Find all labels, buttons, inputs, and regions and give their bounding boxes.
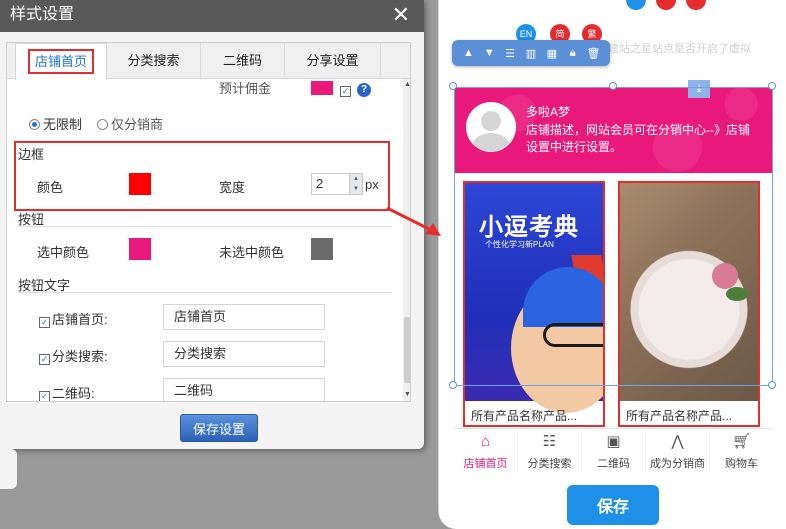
chart-icon[interactable]: ▦ <box>545 47 559 60</box>
lang-extra-icon <box>626 0 646 10</box>
module-toolbar: ▲ ▼ ☰ ▥ ▦ 🔒︎ 🗑︎ <box>452 40 610 66</box>
lang-extra-icon <box>686 0 706 10</box>
product-card[interactable]: 小逗考典 个性化学习新PLAN 所有产品名称产品... <box>463 181 605 427</box>
move-down-icon[interactable]: ▼ <box>482 47 496 59</box>
close-icon[interactable]: ✕ <box>392 2 410 28</box>
settings-tabs: 店铺首页 分类搜索 二维码 分享设置 <box>7 43 410 80</box>
lang-extra-icon <box>656 0 676 10</box>
product-caption: 所有产品名称产品... <box>471 409 578 423</box>
help-icon[interactable]: ? <box>357 80 371 97</box>
radio-icon <box>29 119 40 130</box>
unselected-color-swatch[interactable] <box>311 238 333 260</box>
selected-color-swatch[interactable] <box>129 238 151 260</box>
tab-qrcode[interactable]: 二维码 <box>201 43 285 79</box>
columns-icon[interactable]: ▥ <box>524 47 538 60</box>
button-text-label: 分类搜索: <box>52 349 108 364</box>
border-width-label: 宽度 <box>219 180 246 195</box>
border-section-title: 边框 <box>18 147 45 162</box>
bottom-tabbar: ⌂ 店铺首页 ☷ 分类搜索 ▣ 二维码 ⋀ 成为分销商 🛒︎ 购物车 <box>454 428 773 472</box>
download-icon[interactable]: ⤓ <box>688 80 710 98</box>
radio-label: 仅分销商 <box>111 117 164 132</box>
button-text-input-search[interactable]: 分类搜索 <box>163 341 325 367</box>
commission-checkbox[interactable]: ✓ <box>340 81 353 97</box>
dialog-title: 样式设置 <box>0 0 424 32</box>
tabbar-label: 分类搜索 <box>527 458 572 470</box>
search-list-icon: ☷ <box>542 433 557 450</box>
dialog-body: 店铺首页 分类搜索 二维码 分享设置 ▲ ▼ 预计佣金 ✓ ? 无限制 仅分销商… <box>6 42 411 402</box>
style-settings-dialog: 样式设置 ✕ 店铺首页 分类搜索 二维码 分享设置 ▲ ▼ 预计佣金 ✓ ? 无… <box>0 0 424 449</box>
radio-unlimited[interactable]: 无限制 <box>29 114 82 133</box>
product-caption: 所有产品名称产品... <box>626 409 733 423</box>
tab-label: 店铺首页 <box>27 49 94 74</box>
button-text-input-qrcode[interactable]: 二维码 <box>163 378 325 401</box>
delete-icon[interactable]: 🗑︎ <box>586 47 601 60</box>
radio-distributor-only[interactable]: 仅分销商 <box>97 114 163 133</box>
product-brand-title: 小逗考典 <box>479 214 579 241</box>
button-text-checkbox-qrcode[interactable]: ✓ 二维码: <box>39 383 95 401</box>
tab-shop-home[interactable]: 店铺首页 <box>15 43 107 80</box>
radio-label: 无限制 <box>43 117 83 132</box>
radio-icon <box>97 119 108 130</box>
button-text-input-shop[interactable]: 店铺首页 <box>163 304 325 330</box>
button-text-checkbox-search[interactable]: ✓ 分类搜索: <box>39 346 108 365</box>
share-icon: ⋀ <box>671 433 684 450</box>
border-color-swatch[interactable] <box>129 173 151 195</box>
resize-handle[interactable] <box>449 82 457 90</box>
avatar <box>466 102 516 152</box>
border-color-label: 颜色 <box>37 180 64 195</box>
side-tab[interactable] <box>0 449 17 489</box>
tabbar-label: 二维码 <box>597 458 630 470</box>
scrollbar-thumb[interactable] <box>404 317 410 383</box>
tabbar-label: 成为分销商 <box>650 458 705 470</box>
resize-handle[interactable] <box>609 82 617 90</box>
tab-category-search[interactable]: 分类搜索 <box>107 43 201 79</box>
tabbar-label: 购物车 <box>725 458 758 470</box>
qrcode-icon: ▣ <box>606 433 621 450</box>
shop-description: 店铺描述，网站会员可在分销中心--》店铺设置中进行设置。 <box>526 123 750 154</box>
width-stepper[interactable]: ▲ ▼ <box>349 174 362 194</box>
tabbar-item-qrcode[interactable]: ▣ 二维码 <box>582 429 646 472</box>
tabbar-item-distributor[interactable]: ⋀ 成为分销商 <box>646 429 710 472</box>
commission-label: 预计佣金 <box>219 81 272 96</box>
product-brand-subtitle: 个性化学习新PLAN <box>485 240 554 249</box>
shop-name: 多啦A梦 <box>526 105 571 119</box>
border-width-unit: px <box>365 177 379 192</box>
preview-save-button[interactable]: 保存 <box>567 485 659 525</box>
product-image <box>620 183 758 401</box>
resize-handle[interactable] <box>768 82 776 90</box>
tab-share-settings[interactable]: 分享设置 <box>285 43 381 79</box>
product-image: 小逗考典 个性化学习新PLAN <box>465 183 603 413</box>
commission-color-swatch[interactable] <box>311 81 333 95</box>
tabbar-label: 店铺首页 <box>463 458 508 470</box>
list-icon[interactable]: ☰ <box>503 47 517 60</box>
resize-handle[interactable] <box>449 381 457 389</box>
notice-text: 建站之星站点是否开启了虚拟 <box>608 43 751 55</box>
move-up-icon[interactable]: ▲ <box>461 47 475 59</box>
shop-icon: ⌂ <box>480 433 491 450</box>
lock-icon[interactable]: 🔒︎ <box>566 47 580 60</box>
resize-handle[interactable] <box>768 381 776 389</box>
tabbar-item-cart[interactable]: 🛒︎ 购物车 <box>710 429 773 472</box>
button-text-checkbox-shop[interactable]: ✓ 店铺首页: <box>39 309 108 328</box>
callout-arrow-icon <box>386 206 441 236</box>
selected-color-label: 选中颜色 <box>37 245 90 260</box>
unselected-color-label: 未选中颜色 <box>219 245 285 260</box>
button-text-label: 店铺首页: <box>52 312 108 327</box>
button-text-label: 二维码: <box>52 386 95 401</box>
tabbar-item-shop[interactable]: ⌂ 店铺首页 <box>454 429 518 472</box>
save-settings-button[interactable]: 保存设置 <box>180 414 258 442</box>
cart-icon: 🛒︎ <box>731 433 752 450</box>
product-card[interactable]: 所有产品名称产品... <box>618 181 760 427</box>
tabbar-item-search[interactable]: ☷ 分类搜索 <box>518 429 582 472</box>
